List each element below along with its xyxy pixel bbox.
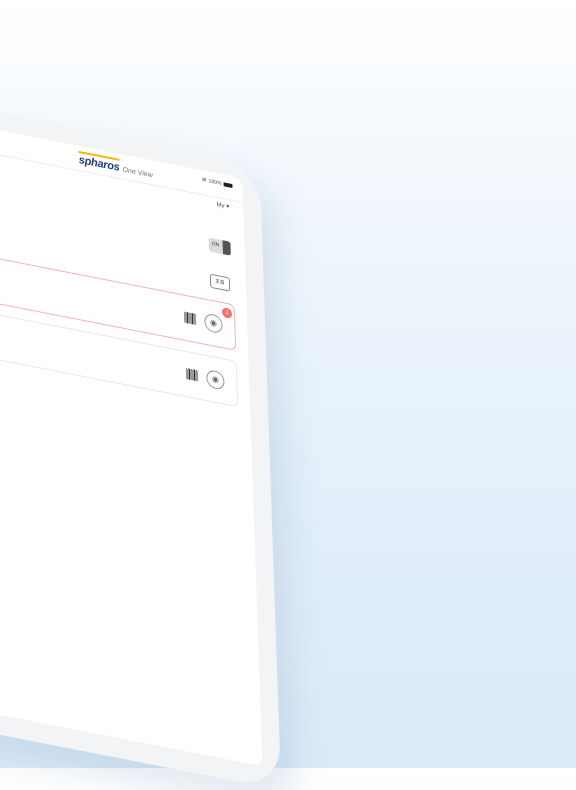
status-bar: spharos One View ≋ 100% [0, 59, 244, 204]
barcode-icon[interactable] [186, 368, 199, 382]
search-button[interactable]: 조회 [209, 273, 231, 292]
barcode-icon[interactable] [184, 311, 197, 326]
toggle-label: ON [211, 240, 220, 249]
status-indicators: ≋ 100% [202, 176, 233, 189]
wifi-icon: ≋ [201, 176, 207, 185]
toggle-switch[interactable]: ON [208, 237, 231, 256]
tablet-device: spharos One View ≋ 100% My ▾ ON 조회 ◉ 2 ◉ [0, 40, 282, 790]
brand-logo: spharos One View [78, 150, 153, 181]
notification-badge: 2 [221, 307, 233, 320]
app-screen: spharos One View ≋ 100% My ▾ ON 조회 ◉ 2 ◉ [0, 59, 263, 767]
camera-icon[interactable]: ◉ [204, 312, 223, 335]
battery-percent: 100% [208, 177, 222, 187]
user-menu[interactable]: My ▾ [216, 201, 230, 211]
camera-icon[interactable]: ◉ [206, 368, 225, 391]
app-name: One View [122, 166, 153, 180]
toggle-knob [222, 240, 231, 256]
battery-icon [223, 181, 233, 188]
brand-name: spharos [78, 150, 120, 174]
